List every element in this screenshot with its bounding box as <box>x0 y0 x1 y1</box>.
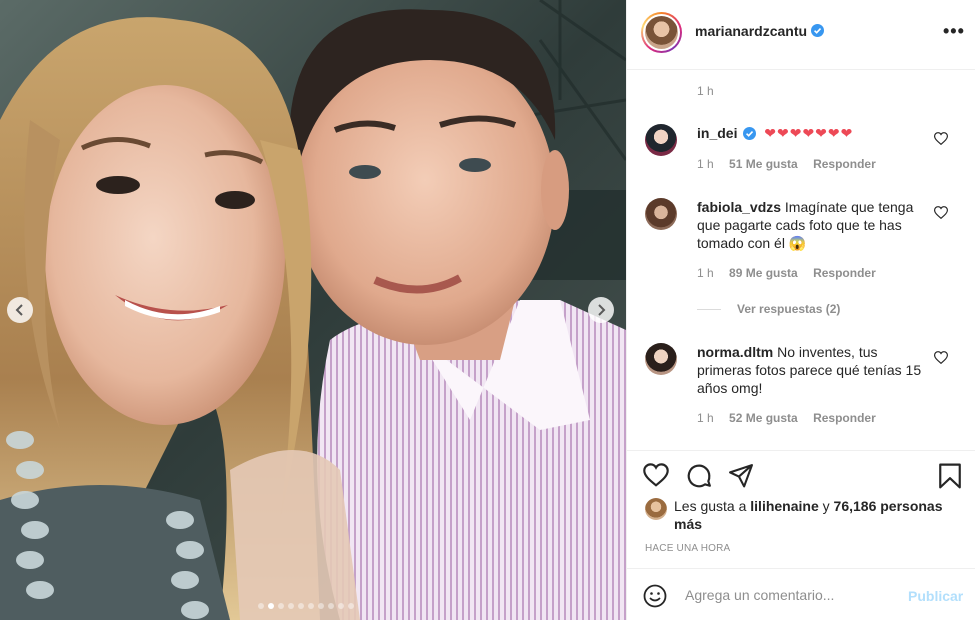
comment-text: norma.dltm No inventes, tus primeras fot… <box>697 343 927 397</box>
liker-username[interactable]: lilihenaine <box>750 498 818 514</box>
emoji-icon[interactable] <box>643 584 667 608</box>
commenter-username[interactable]: norma.dltm <box>697 344 773 360</box>
carousel-dot-active <box>268 603 274 609</box>
comment-time: 1 h <box>697 266 714 280</box>
like-comment-heart-icon[interactable] <box>934 206 948 219</box>
verified-icon <box>811 24 824 37</box>
commenter-avatar[interactable] <box>645 343 677 375</box>
comment-likes[interactable]: 51 Me gusta <box>729 157 798 171</box>
comment-time: 1 h <box>697 411 714 425</box>
carousel-dot <box>318 603 324 609</box>
post-photo <box>0 0 626 620</box>
post-header: marianardzcantu ••• <box>627 0 975 70</box>
post-side-panel: marianardzcantu ••• 1 h in_dei ❤❤❤❤❤❤❤ 1… <box>626 0 975 620</box>
comment-meta: 1 h 52 Me gusta Responder <box>697 411 888 425</box>
reply-button[interactable]: Responder <box>813 157 876 171</box>
comment-input[interactable] <box>685 584 895 606</box>
likes-summary: Les gusta a lilihenaine y 76,186 persona… <box>674 497 964 533</box>
view-replies-label: Ver respuestas (2) <box>737 302 841 316</box>
likes-prefix: Les gusta a <box>674 498 747 514</box>
like-comment-heart-icon[interactable] <box>934 132 948 145</box>
bookmark-icon[interactable] <box>938 463 962 489</box>
share-icon[interactable] <box>728 463 754 488</box>
replies-divider <box>697 308 721 310</box>
chevron-left-icon <box>15 304 23 316</box>
next-slide-button[interactable] <box>588 297 614 323</box>
verified-icon <box>743 127 757 140</box>
comment-text: in_dei ❤❤❤❤❤❤❤ <box>697 124 927 142</box>
author-username[interactable]: marianardzcantu <box>695 23 807 39</box>
carousel-dot <box>328 603 334 609</box>
comment-meta: 1 h 89 Me gusta Responder <box>697 266 888 280</box>
commenter-username[interactable]: fabiola_vdzs <box>697 199 781 215</box>
comment-composer: Publicar <box>627 568 975 620</box>
post-timestamp: Hace una hora <box>645 543 731 554</box>
carousel-indicators <box>258 603 354 609</box>
carousel-dot <box>308 603 314 609</box>
comment-time: 1 h <box>697 157 714 171</box>
reply-button[interactable]: Responder <box>813 266 876 280</box>
comment-likes[interactable]: 89 Me gusta <box>729 266 798 280</box>
carousel-dot <box>338 603 344 609</box>
comment-body: ❤❤❤❤❤❤❤ <box>764 125 854 141</box>
comment-likes[interactable]: 52 Me gusta <box>729 411 798 425</box>
carousel-dot <box>278 603 284 609</box>
carousel-dot <box>348 603 354 609</box>
like-comment-heart-icon[interactable] <box>934 351 948 364</box>
reply-button[interactable]: Responder <box>813 411 876 425</box>
carousel-dot <box>258 603 264 609</box>
chevron-right-icon <box>598 304 606 316</box>
caption-timestamp: 1 h <box>697 84 714 98</box>
more-options-button[interactable]: ••• <box>943 22 965 40</box>
liker-avatar[interactable] <box>645 498 667 520</box>
commenter-avatar[interactable] <box>645 198 677 230</box>
comment-icon[interactable] <box>686 463 712 489</box>
heart-icon[interactable] <box>643 463 669 487</box>
author-avatar[interactable] <box>641 12 682 53</box>
carousel-dot <box>288 603 294 609</box>
post-media[interactable] <box>0 0 626 620</box>
commenter-username[interactable]: in_dei <box>697 125 737 141</box>
carousel-dot <box>298 603 304 609</box>
previous-slide-button[interactable] <box>7 297 33 323</box>
likes-conj: y <box>822 498 830 514</box>
commenter-avatar[interactable] <box>645 124 677 156</box>
publish-button[interactable]: Publicar <box>908 588 963 604</box>
comment-meta: 1 h 51 Me gusta Responder <box>697 157 888 171</box>
view-replies-button[interactable]: Ver respuestas (2) <box>697 302 840 316</box>
comment-text: fabiola_vdzs Imagínate que tenga que pag… <box>697 198 927 252</box>
